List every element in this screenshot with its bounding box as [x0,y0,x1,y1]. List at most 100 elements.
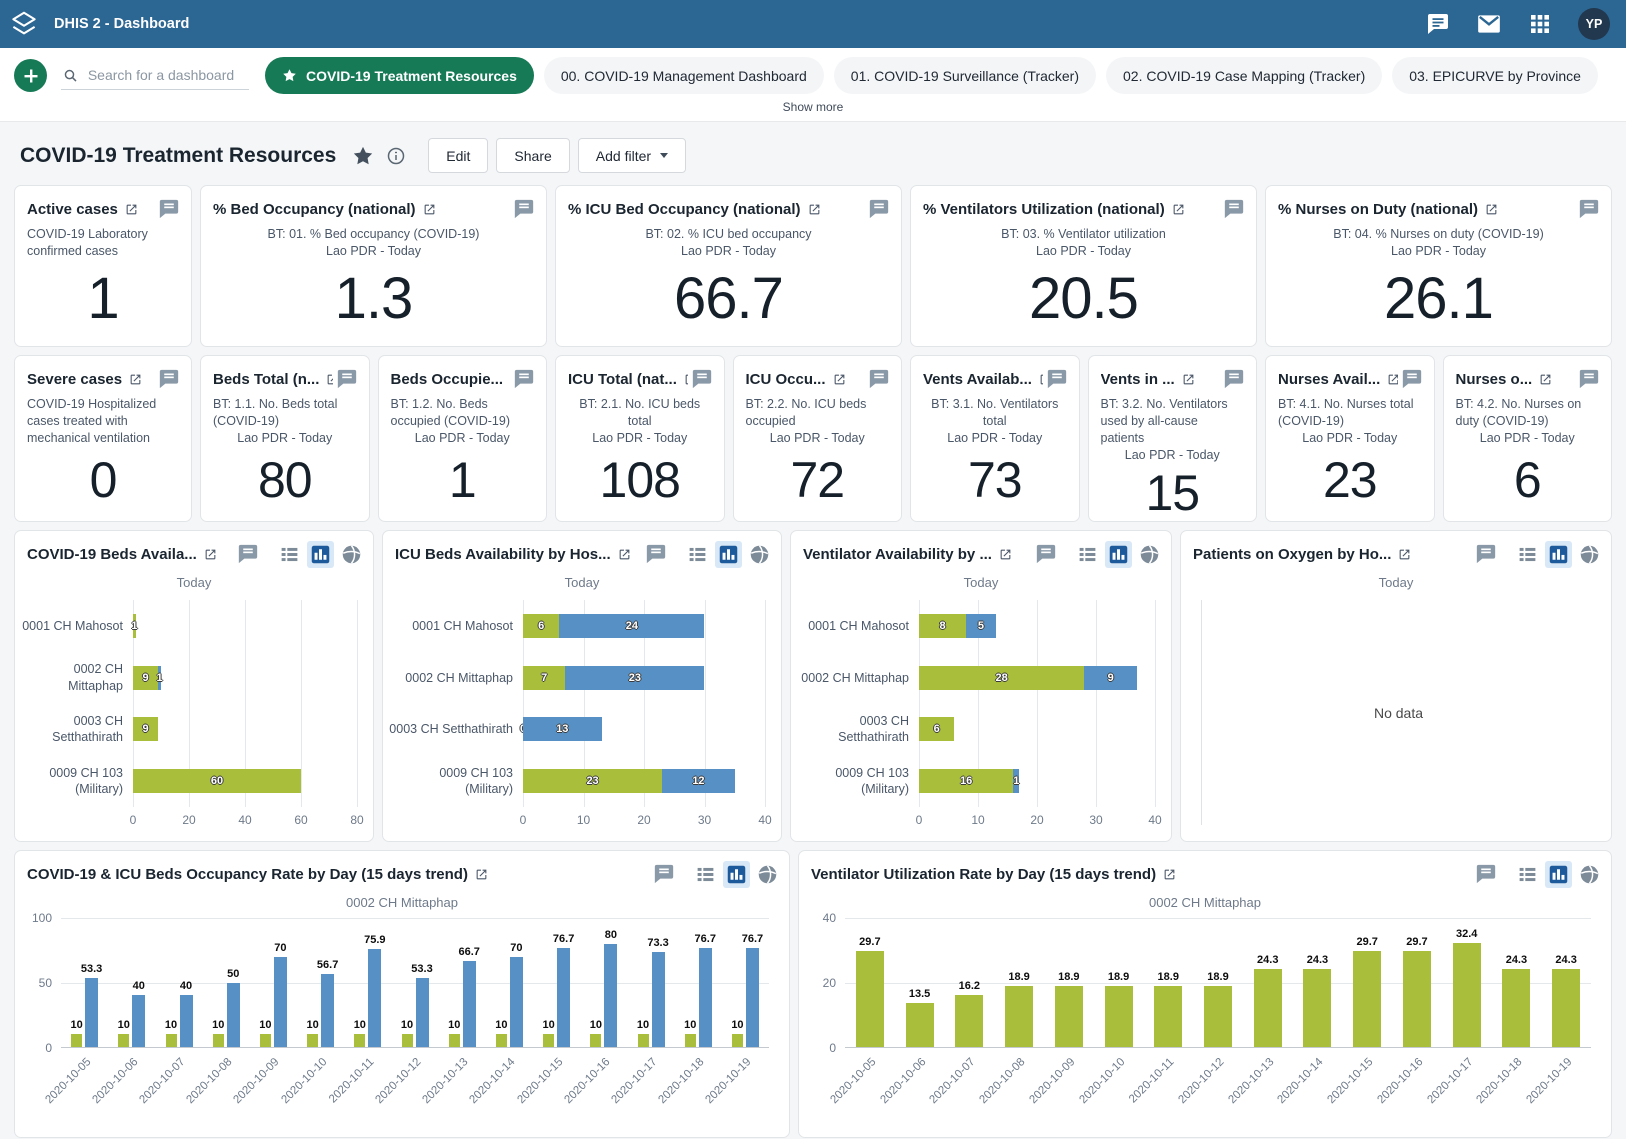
bar-value-label: 10 [590,1019,602,1031]
stat-card-subtitle: BT: 3.1. No. Ventilators totalLao PDR - … [911,393,1079,447]
external-link-icon[interactable] [1163,868,1176,881]
comment-icon[interactable] [1220,365,1248,393]
external-link-icon[interactable] [1387,373,1397,386]
map-view-icon[interactable] [754,861,781,888]
chart-view-icon[interactable] [1545,861,1572,888]
new-dashboard-button[interactable] [14,59,47,92]
interpretations-message-icon[interactable] [1426,12,1450,36]
comment-icon[interactable] [1575,365,1603,393]
external-link-icon[interactable] [475,868,488,881]
stat-card-vents-in-use: Vents in ...BT: 3.2. No. Ventilators use… [1088,355,1258,522]
bar-value-label: 24.3 [1307,954,1328,966]
table-view-icon[interactable] [1514,861,1541,888]
x-axis-label: 2020-10-17 [1425,1056,1475,1106]
comment-icon[interactable] [865,365,893,393]
external-link-icon[interactable] [326,373,332,386]
table-view-icon[interactable] [1074,541,1101,568]
external-link-icon[interactable] [1172,203,1185,216]
x-axis-label: 2020-10-12 [373,1056,423,1106]
table-view-icon[interactable] [692,861,719,888]
table-view-icon[interactable] [276,541,303,568]
map-view-icon[interactable] [1576,541,1603,568]
chart-view-icon[interactable] [715,541,742,568]
comment-icon[interactable] [1472,860,1500,888]
dhis2-logo-icon[interactable] [0,0,48,48]
stat-card-beds-total-title: Beds Total (n... [213,371,333,388]
comment-icon[interactable] [155,195,183,223]
comment-icon[interactable] [1472,540,1500,568]
external-link-icon[interactable] [1539,373,1552,386]
external-link-icon[interactable] [808,203,821,216]
search-input[interactable] [86,66,247,84]
external-link-icon[interactable] [1039,373,1043,386]
external-link-icon[interactable] [125,203,138,216]
show-more-link[interactable]: Show more [783,100,844,114]
external-link-icon[interactable] [833,373,846,386]
comment-icon[interactable] [234,540,262,568]
comment-icon[interactable] [1043,365,1071,393]
external-link-icon[interactable] [1485,203,1498,216]
comment-icon[interactable] [688,365,716,393]
dashboard-chip[interactable]: 03. EPICURVE by Province [1392,57,1598,94]
external-link-icon[interactable] [1398,548,1411,561]
external-link-icon[interactable] [618,548,631,561]
map-view-icon[interactable] [1136,541,1163,568]
comment-icon[interactable] [510,195,538,223]
chart-view-icon[interactable] [723,861,750,888]
dashboard-chip[interactable]: 02. COVID-19 Case Mapping (Tracker) [1106,57,1382,94]
x-axis-label: 2020-10-13 [1226,1056,1276,1106]
bar: 66.7 [463,961,476,1047]
user-avatar[interactable]: YP [1578,8,1610,40]
dashboard-chip-list: COVID-19 Treatment Resources 00. COVID-19… [265,57,1598,94]
comment-icon[interactable] [865,195,893,223]
external-link-icon[interactable] [999,548,1012,561]
map-view-icon[interactable] [338,541,365,568]
map-view-icon[interactable] [1576,861,1603,888]
comment-icon[interactable] [642,540,670,568]
category-label: 0002 CH Mittaphap [797,652,919,704]
bar-value-label: 70 [274,942,286,954]
chart-view-icon[interactable] [1545,541,1572,568]
bar-value-label: 76.7 [742,933,763,945]
bar-segment: 60 [133,769,301,793]
stat-card-value: 66.7 [556,260,901,346]
comment-icon[interactable] [155,365,183,393]
external-link-icon[interactable] [684,373,688,386]
table-view-icon[interactable] [1514,541,1541,568]
dashboard-chip[interactable]: 01. COVID-19 Surveillance (Tracker) [834,57,1096,94]
chart-view-icon[interactable] [307,541,334,568]
chart-view-icon[interactable] [1105,541,1132,568]
apps-grid-icon[interactable] [1528,12,1552,36]
stat-card-value: 15 [1089,464,1257,523]
favorite-star-icon[interactable] [352,145,374,167]
x-axis-label: 2020-10-15 [515,1056,565,1106]
search-icon [63,67,78,84]
map-view-icon[interactable] [746,541,773,568]
comment-icon[interactable] [333,365,361,393]
comment-icon[interactable] [1575,195,1603,223]
app-header: DHIS 2 - Dashboard YP [0,0,1626,48]
edit-button[interactable]: Edit [428,138,488,173]
stat-card-subtitle: BT: 4.2. No. Nurses on duty (COVID-19)La… [1444,393,1612,447]
mail-icon[interactable] [1476,11,1502,37]
table-view-icon[interactable] [684,541,711,568]
info-icon[interactable] [386,146,406,166]
dashboard-chip-selected[interactable]: COVID-19 Treatment Resources [265,57,534,94]
comment-icon[interactable] [1398,365,1426,393]
external-link-icon[interactable] [1182,373,1195,386]
comment-icon[interactable] [1032,540,1060,568]
external-link-icon[interactable] [129,373,142,386]
stat-card-value: 80 [201,447,369,521]
comment-icon[interactable] [510,365,538,393]
external-link-icon[interactable] [204,548,217,561]
bar-group: 24.3 [1492,918,1542,1047]
dashboard-chip[interactable]: 00. COVID-19 Management Dashboard [544,57,824,94]
external-link-icon[interactable] [423,203,436,216]
comment-icon[interactable] [650,860,678,888]
add-filter-button[interactable]: Add filter [578,138,686,173]
axis-tick-label: 30 [1089,813,1102,827]
bar-group: 161 [919,769,1155,793]
comment-icon[interactable] [1220,195,1248,223]
stat-card-value: 72 [734,447,902,521]
share-button[interactable]: Share [496,138,569,173]
